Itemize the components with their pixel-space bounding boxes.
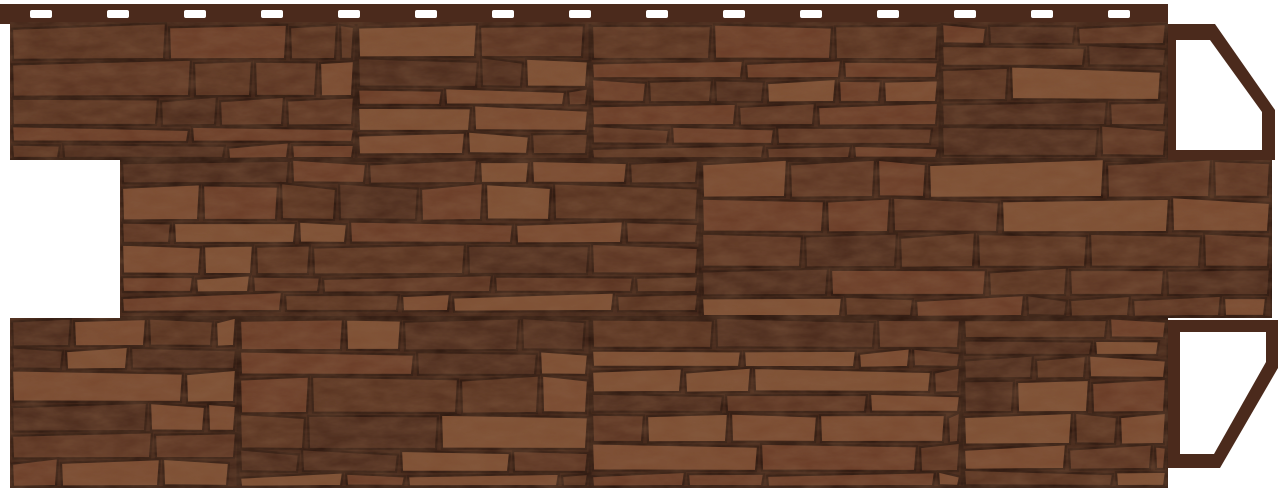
nail-slots (30, 10, 1130, 18)
nail-slot (800, 10, 822, 18)
nail-slot (569, 10, 591, 18)
nail-slot (877, 10, 899, 18)
nail-slot (723, 10, 745, 18)
nail-slot (954, 10, 976, 18)
panel-body (10, 22, 1272, 488)
nail-slot (415, 10, 437, 18)
nailing-flange (0, 4, 1168, 24)
nail-slot (1031, 10, 1053, 18)
nail-slot (492, 10, 514, 18)
nail-slot (646, 10, 668, 18)
nail-slot (107, 10, 129, 18)
side-connector-top-hole (1176, 40, 1262, 150)
stone-panel-image (0, 4, 1278, 488)
nail-slot (184, 10, 206, 18)
scene (0, 0, 1280, 496)
nail-slot (338, 10, 360, 18)
nail-slot (1108, 10, 1130, 18)
nail-slot (30, 10, 52, 18)
nail-slot (261, 10, 283, 18)
